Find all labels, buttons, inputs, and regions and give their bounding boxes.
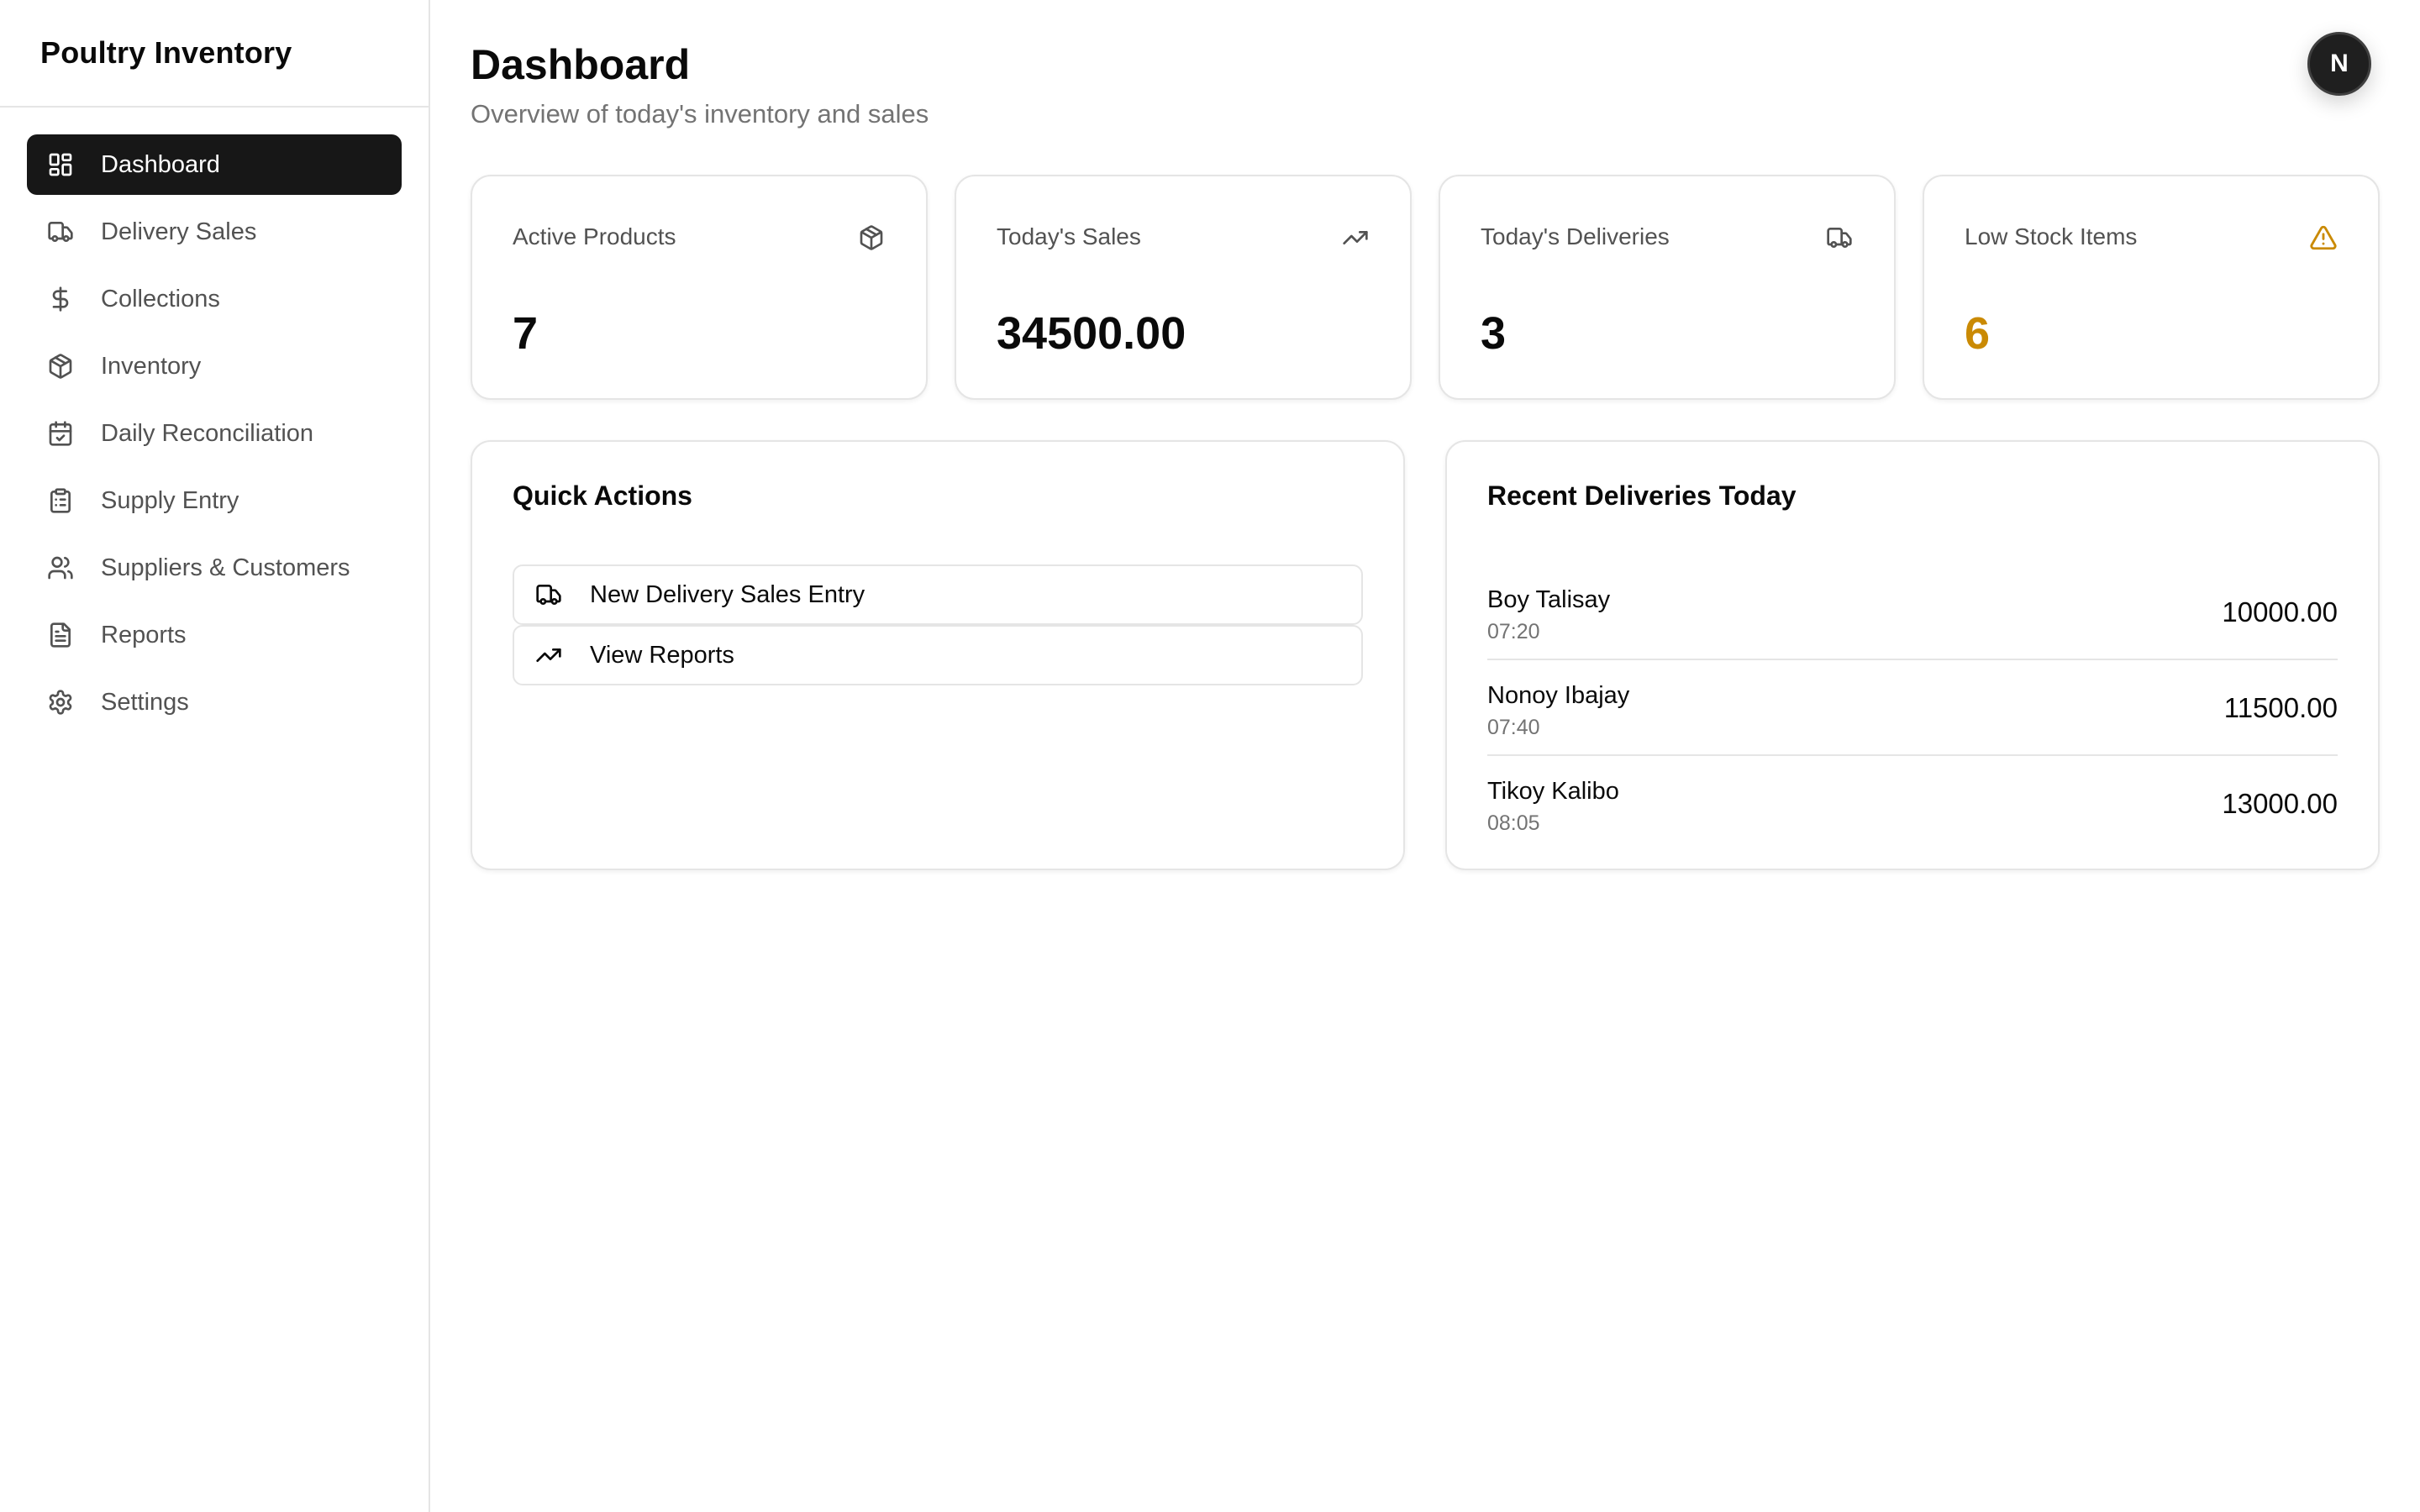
recent-deliveries-list: Boy Talisay 07:20 10000.00 Nonoy Ibajay … [1487,564,2338,852]
avatar[interactable]: N [2307,32,2371,96]
truck-icon [1825,223,1854,252]
sidebar-item-label: Collections [101,285,220,312]
stat-label: Today's Sales [997,223,1141,249]
main-content: Dashboard Overview of today's inventory … [471,0,2380,1512]
trending-up-icon [1341,223,1370,252]
sidebar: Poultry Inventory Dashboard Delivery Sal… [0,0,430,1512]
stat-value: 34500.00 [997,308,1186,359]
sidebar-item-settings[interactable]: Settings [27,672,402,732]
stat-value: 3 [1481,308,1507,359]
dollar-icon [45,284,76,314]
sidebar-item-delivery-sales[interactable]: Delivery Sales [27,202,402,262]
list-item: Boy Talisay 07:20 10000.00 [1487,564,2338,660]
stats-row: Active Products 7 Today's Sales 34500.00… [471,175,2380,400]
avatar-initial: N [2330,50,2349,77]
stat-card-active-products: Active Products 7 [471,175,928,400]
stat-card-todays-sales: Today's Sales 34500.00 [955,175,1412,400]
new-delivery-sales-entry-button[interactable]: New Delivery Sales Entry [513,564,1363,625]
page-title: Dashboard [471,41,691,88]
sidebar-item-collections[interactable]: Collections [27,269,402,329]
trending-up-icon [534,641,563,669]
delivery-time: 07:40 [1487,716,1540,739]
list-item: Nonoy Ibajay 07:40 11500.00 [1487,660,2338,756]
sidebar-item-label: Supply Entry [101,486,239,514]
gear-icon [45,687,76,717]
sidebar-item-supply-entry[interactable]: Supply Entry [27,470,402,531]
clipboard-icon [45,486,76,516]
sidebar-item-daily-reconciliation[interactable]: Daily Reconciliation [27,403,402,464]
sidebar-item-label: Reports [101,621,187,648]
delivery-amount: 10000.00 [2222,596,2338,627]
recent-deliveries-panel: Recent Deliveries Today Boy Talisay 07:2… [1445,440,2380,870]
dashboard-icon [45,150,76,180]
app-title: Poultry Inventory [40,35,292,70]
delivery-amount: 11500.00 [2223,692,2338,723]
package-icon [45,351,76,381]
delivery-customer-name: Tikoy Kalibo [1487,778,1619,805]
calendar-check-icon [45,418,76,449]
sidebar-item-label: Dashboard [101,150,220,178]
sidebar-item-label: Delivery Sales [101,218,257,245]
stat-label: Today's Deliveries [1481,223,1670,249]
stat-card-todays-deliveries: Today's Deliveries 3 [1439,175,1896,400]
package-icon [857,223,886,252]
delivery-time: 08:05 [1487,811,1540,835]
sidebar-item-label: Settings [101,688,189,716]
file-text-icon [45,620,76,650]
button-label: View Reports [590,641,734,669]
sidebar-item-reports[interactable]: Reports [27,605,402,665]
view-reports-button[interactable]: View Reports [513,625,1363,685]
button-label: New Delivery Sales Entry [590,580,865,608]
list-item: Tikoy Kalibo 08:05 13000.00 [1487,756,2338,852]
sidebar-item-inventory[interactable]: Inventory [27,336,402,396]
delivery-customer-name: Boy Talisay [1487,586,1611,613]
sidebar-item-suppliers-customers[interactable]: Suppliers & Customers [27,538,402,598]
delivery-amount: 13000.00 [2222,788,2338,819]
quick-actions-panel: Quick Actions New Delivery Sales Entry V… [471,440,1405,870]
stat-card-low-stock-items: Low Stock Items 6 [1923,175,2380,400]
quick-actions-list: New Delivery Sales Entry View Reports [513,564,1363,685]
page-subtitle: Overview of today's inventory and sales [471,99,929,129]
stat-value-warning: 6 [1965,308,1991,359]
brand: Poultry Inventory [0,0,429,108]
truck-icon [534,580,563,609]
sidebar-item-label: Inventory [101,352,202,380]
truck-icon [45,217,76,247]
users-icon [45,553,76,583]
stat-value: 7 [513,308,539,359]
recent-deliveries-title: Recent Deliveries Today [1487,480,1797,511]
delivery-time: 07:20 [1487,620,1540,643]
sidebar-item-dashboard[interactable]: Dashboard [27,134,402,195]
quick-actions-title: Quick Actions [513,480,692,511]
stat-label: Active Products [513,223,676,249]
sidebar-item-label: Suppliers & Customers [101,554,350,581]
sidebar-nav: Dashboard Delivery Sales Collections Inv… [0,108,429,732]
warning-icon [2309,223,2338,252]
sidebar-item-label: Daily Reconciliation [101,419,314,447]
delivery-customer-name: Nonoy Ibajay [1487,682,1630,709]
stat-label: Low Stock Items [1965,223,2138,249]
